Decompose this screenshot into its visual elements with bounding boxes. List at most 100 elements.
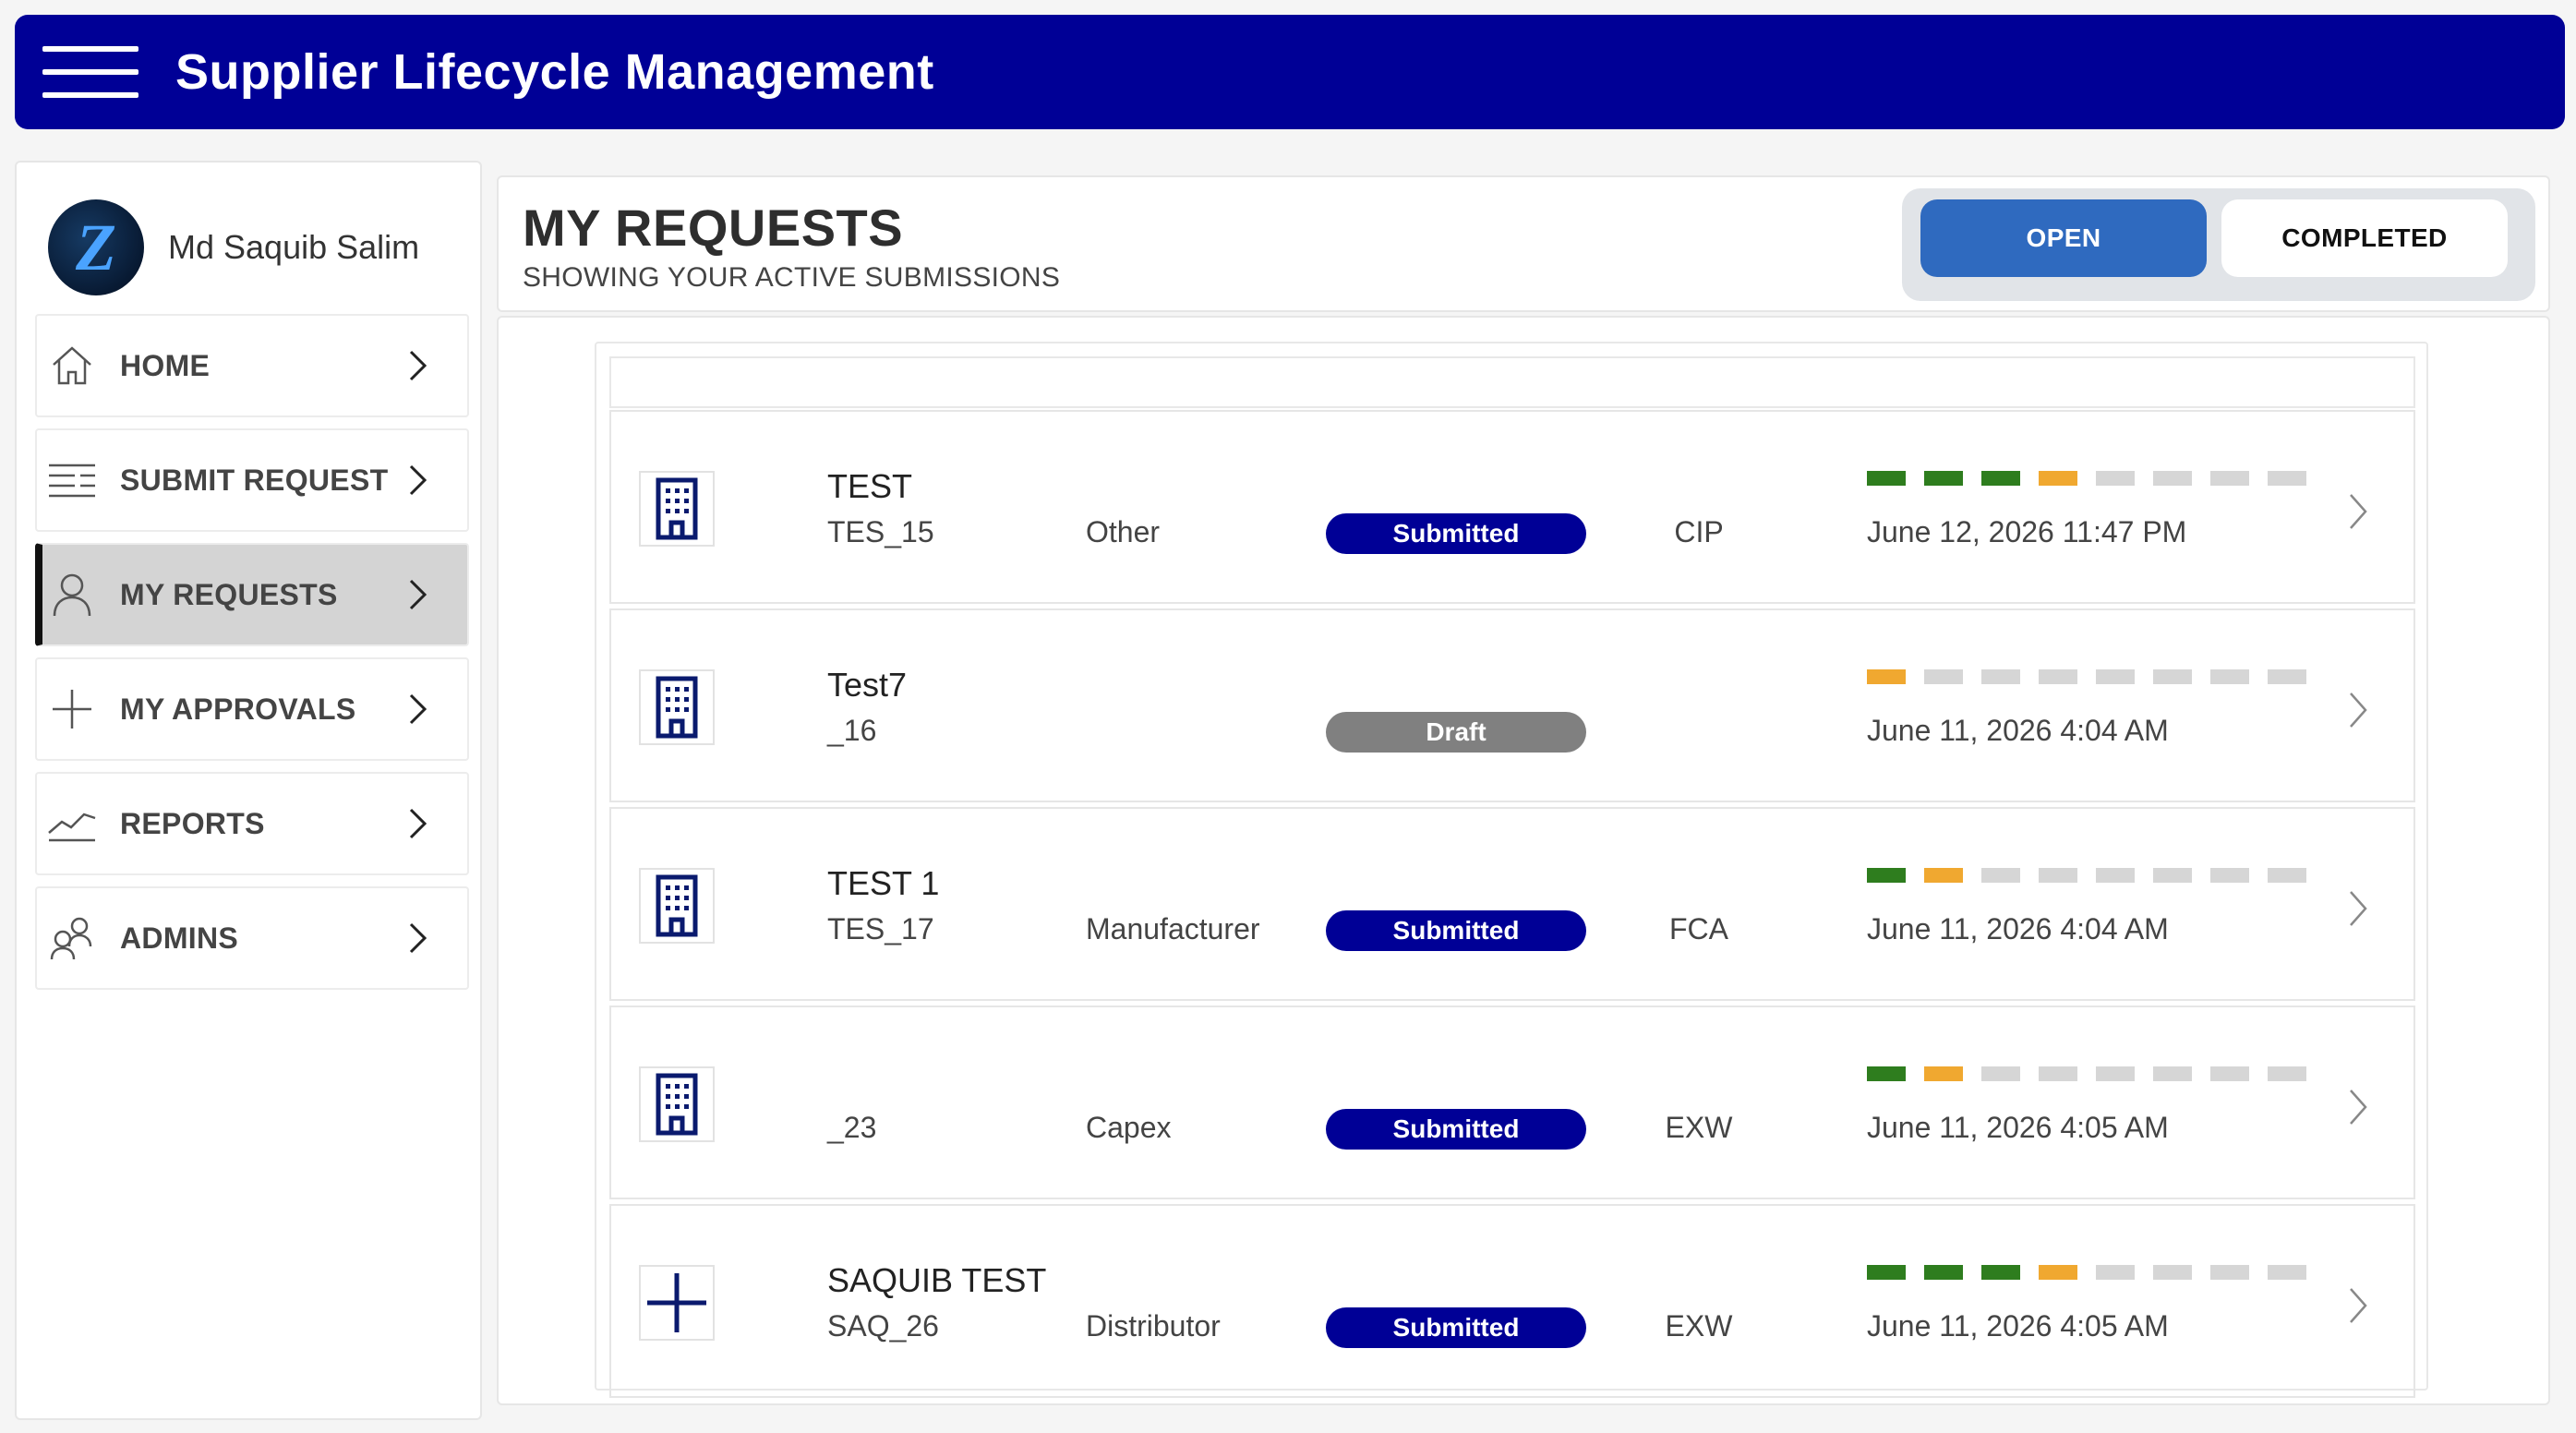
- person-icon: [46, 569, 98, 620]
- user-name: Md Saquib Salim: [168, 228, 420, 266]
- request-title: TEST: [827, 467, 913, 505]
- progress-step: [1867, 1265, 1906, 1280]
- status-badge: Submitted: [1326, 513, 1586, 554]
- sidebar-item-my-approvals[interactable]: MY APPROVALS: [35, 657, 469, 761]
- progress-step: [1981, 1265, 2020, 1280]
- request-row[interactable]: _23 Capex Submitted EXW June 11, 2026 4:05 A…: [609, 1006, 2415, 1199]
- status-badge: Draft: [1326, 712, 1586, 753]
- progress-step: [2096, 1265, 2135, 1280]
- open-tab-button[interactable]: OPEN: [1920, 199, 2207, 277]
- app-title: Supplier Lifecycle Management: [175, 44, 934, 100]
- request-code: SAQ_26: [827, 1309, 939, 1343]
- progress-step: [2153, 1265, 2192, 1280]
- progress-step: [2210, 1066, 2249, 1081]
- status-badge: Submitted: [1326, 1307, 1586, 1348]
- progress-step: [1924, 868, 1963, 883]
- building-icon: [639, 471, 715, 547]
- request-code: _16: [827, 714, 877, 747]
- progress-step: [2096, 1066, 2135, 1081]
- progress-step: [2039, 868, 2077, 883]
- incoterm: FCA: [1669, 912, 1728, 945]
- request-date: June 11, 2026 4:04 AM: [1867, 912, 2169, 945]
- incoterm: EXW: [1665, 1309, 1733, 1343]
- request-row[interactable]: Test7 _16 Draft June 11, 2026 4:04 AM: [609, 608, 2415, 802]
- progress-step: [1924, 471, 1963, 486]
- request-title: Test7: [827, 666, 908, 704]
- chevron-right-icon: [409, 922, 427, 954]
- progress-step: [2096, 669, 2135, 684]
- list-icon: [46, 454, 98, 506]
- building-icon: [639, 868, 715, 944]
- progress-step: [1924, 1265, 1963, 1280]
- main-content: TEST TES_15 Other Submitted CIP June 12, 2026…: [497, 316, 2550, 1405]
- progress-step: [2039, 471, 2077, 486]
- request-title: TEST 1: [827, 864, 940, 902]
- request-date: June 11, 2026 4:05 AM: [1867, 1309, 2169, 1343]
- progress-step: [2268, 1066, 2306, 1081]
- progress-step: [1981, 669, 2020, 684]
- app-header: Supplier Lifecycle Management: [15, 15, 2565, 129]
- progress-step: [1924, 1066, 1963, 1081]
- progress-step: [1981, 471, 2020, 486]
- sidebar-item-label: MY REQUESTS: [120, 577, 338, 611]
- chevron-right-icon: [409, 693, 427, 725]
- request-date: June 11, 2026 4:05 AM: [1867, 1111, 2169, 1144]
- chevron-right-icon[interactable]: [2341, 690, 2375, 730]
- progress-step: [1924, 669, 1963, 684]
- progress-tracker: [1867, 1265, 2325, 1280]
- sidebar-item-home[interactable]: HOME: [35, 314, 469, 417]
- progress-step: [1867, 868, 1906, 883]
- request-date: June 12, 2026 11:47 PM: [1867, 515, 2187, 548]
- progress-tracker: [1867, 868, 2325, 883]
- sidebar-item-reports[interactable]: REPORTS: [35, 772, 469, 875]
- chevron-right-icon[interactable]: [2341, 1087, 2375, 1127]
- progress-step: [2210, 868, 2249, 883]
- sidebar-item-admins[interactable]: ADMINS: [35, 886, 469, 990]
- request-row[interactable]: SAQUIB TEST SAQ_26 Distributor Submitted EXW…: [609, 1204, 2415, 1398]
- request-date: June 11, 2026 4:04 AM: [1867, 714, 2169, 747]
- chevron-right-icon: [409, 350, 427, 381]
- chevron-right-icon: [409, 808, 427, 839]
- progress-step: [2039, 1066, 2077, 1081]
- people-icon: [46, 912, 98, 964]
- hamburger-menu-icon[interactable]: [42, 46, 138, 98]
- building-icon: [639, 669, 715, 745]
- supplier-type: Manufacturer: [1086, 912, 1260, 945]
- progress-step: [2096, 868, 2135, 883]
- request-row[interactable]: TEST 1 TES_17 Manufacturer Submitted FCA June…: [609, 807, 2415, 1001]
- sidebar-item-label: HOME: [120, 348, 211, 382]
- sidebar-item-my-requests[interactable]: MY REQUESTS: [35, 543, 469, 646]
- progress-step: [2096, 471, 2135, 486]
- progress-step: [2153, 471, 2192, 486]
- list-header: [609, 356, 2415, 408]
- supplier-type: Capex: [1086, 1111, 1172, 1144]
- completed-tab-button[interactable]: COMPLETED: [2221, 199, 2508, 277]
- user-profile: Z Md Saquib Salim: [48, 199, 419, 295]
- chevron-right-icon[interactable]: [2341, 888, 2375, 929]
- progress-tracker: [1867, 471, 2325, 486]
- sidebar-item-label: REPORTS: [120, 806, 265, 840]
- sidebar: Z Md Saquib Salim HOME SUBMIT REQUEST MY…: [15, 161, 482, 1420]
- status-badge: Submitted: [1326, 910, 1586, 951]
- incoterm: CIP: [1674, 515, 1724, 548]
- chevron-right-icon[interactable]: [2341, 1285, 2375, 1326]
- progress-step: [2268, 868, 2306, 883]
- progress-step: [1981, 868, 2020, 883]
- sidebar-item-submit-request[interactable]: SUBMIT REQUEST: [35, 428, 469, 532]
- progress-step: [2153, 1066, 2192, 1081]
- request-code: TES_15: [827, 515, 934, 548]
- requests-list[interactable]: TEST TES_15 Other Submitted CIP June 12, 2026…: [595, 342, 2428, 1398]
- progress-step: [2210, 669, 2249, 684]
- building-icon: [639, 1066, 715, 1142]
- progress-step: [1867, 471, 1906, 486]
- supplier-type: Distributor: [1086, 1309, 1221, 1343]
- progress-step: [2268, 669, 2306, 684]
- incoterm: EXW: [1665, 1111, 1733, 1144]
- progress-tracker: [1867, 1066, 2325, 1081]
- chevron-right-icon[interactable]: [2341, 491, 2375, 532]
- progress-step: [1867, 669, 1906, 684]
- progress-step: [2153, 868, 2192, 883]
- progress-step: [2268, 1265, 2306, 1280]
- progress-step: [1867, 1066, 1906, 1081]
- request-row[interactable]: TEST TES_15 Other Submitted CIP June 12, 2026…: [609, 410, 2415, 604]
